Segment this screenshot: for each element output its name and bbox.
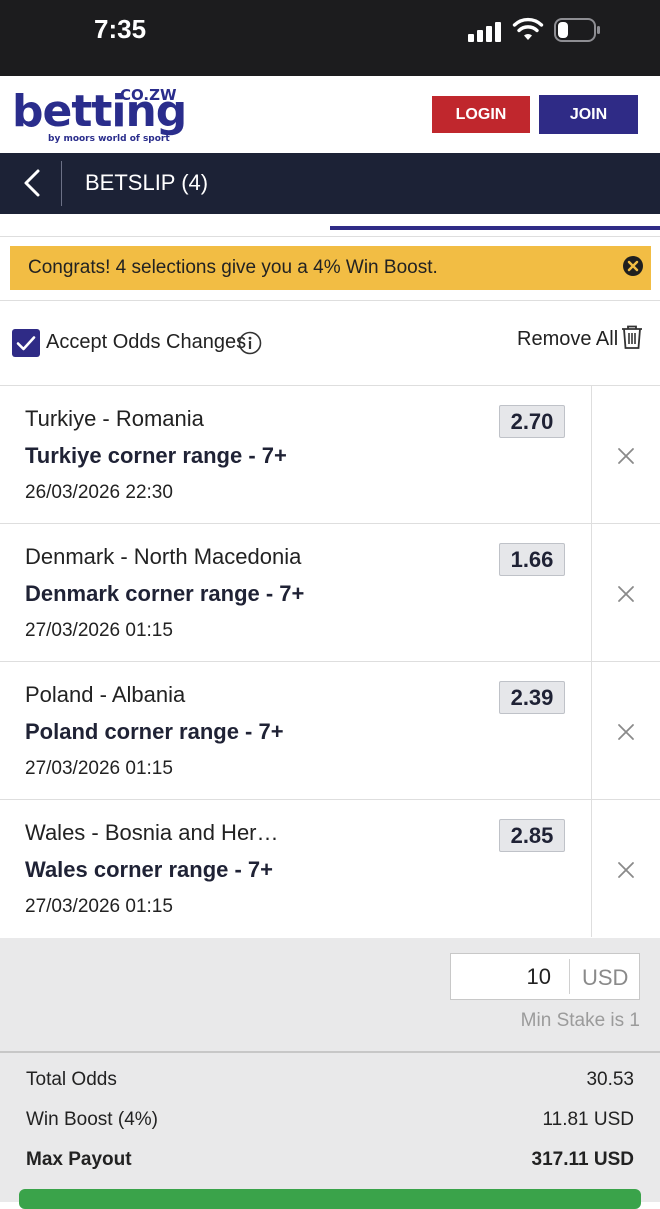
divider (0, 300, 660, 301)
divider (0, 236, 660, 237)
trash-icon[interactable] (620, 324, 644, 350)
max-payout-value: 317.11 USD (531, 1149, 634, 1170)
close-icon[interactable] (614, 720, 638, 744)
total-odds-label: Total Odds (26, 1069, 117, 1090)
status-bar: 7:35 (0, 0, 660, 76)
win-boost-message: Congrats! 4 selections give you a 4% Win… (28, 257, 438, 278)
battery-icon (554, 18, 600, 42)
min-stake-note: Min Stake is 1 (520, 1010, 640, 1031)
accept-odds-checkbox[interactable] (12, 329, 40, 357)
betslip-header: BETSLIP (4) (0, 153, 660, 214)
bet-match-name: Denmark - North Macedonia (25, 544, 302, 569)
site-header: betting CO.ZW by moors world of sport LO… (0, 76, 660, 153)
stake-field: USD (450, 953, 640, 1000)
divider (591, 524, 592, 661)
bet-datetime: 27/03/2026 01:15 (25, 758, 173, 779)
wifi-icon (512, 17, 544, 40)
stake-currency: USD (582, 965, 629, 990)
max-payout-label: Max Payout (26, 1149, 132, 1170)
divider (591, 662, 592, 799)
close-icon[interactable] (622, 255, 644, 277)
bet-market: Wales corner range - 7+ (25, 857, 274, 882)
close-icon[interactable] (614, 582, 638, 606)
active-tab-indicator (330, 226, 660, 230)
cellular-signal-icon (468, 20, 502, 42)
bet-odds: 2.85 (499, 819, 565, 852)
stake-section: USD Min Stake is 1 (0, 938, 660, 1051)
close-icon[interactable] (614, 444, 638, 468)
bet-match-name: Turkiye - Romania (25, 406, 204, 431)
total-odds-value: 30.53 (586, 1069, 634, 1090)
bet-match-name: Wales - Bosnia and Her… (25, 820, 279, 845)
info-icon[interactable] (238, 331, 262, 355)
bet-match-name: Poland - Albania (25, 682, 186, 707)
place-bet-button[interactable] (19, 1189, 641, 1209)
betslip-title: BETSLIP (4) (85, 170, 209, 195)
header-divider (61, 161, 62, 206)
site-logo[interactable]: betting CO.ZW by moors world of sport (12, 86, 187, 146)
divider (591, 386, 592, 523)
back-chevron-icon[interactable] (10, 161, 54, 205)
logo-domain: CO.ZW (120, 86, 177, 104)
bet-market: Poland corner range - 7+ (25, 719, 284, 744)
bet-market: Turkiye corner range - 7+ (25, 443, 287, 468)
bet-datetime: 27/03/2026 01:15 (25, 896, 173, 917)
win-boost-value: 11.81 USD (542, 1109, 634, 1130)
bet-datetime: 27/03/2026 01:15 (25, 620, 173, 641)
stake-input[interactable] (451, 954, 559, 999)
win-boost-label: Win Boost (4%) (26, 1109, 158, 1130)
join-button[interactable]: JOIN (539, 95, 638, 134)
bet-selection: Denmark - North Macedonia Denmark corner… (0, 524, 660, 662)
bet-market: Denmark corner range - 7+ (25, 581, 305, 606)
bet-datetime: 26/03/2026 22:30 (25, 482, 173, 503)
bet-odds: 1.66 (499, 543, 565, 576)
bet-selection: Wales - Bosnia and Her… Wales corner ran… (0, 800, 660, 937)
logo-tagline: by moors world of sport (48, 134, 170, 144)
remove-all-button[interactable]: Remove All (517, 328, 618, 351)
login-button[interactable]: LOGIN (432, 96, 530, 133)
divider (591, 800, 592, 937)
close-icon[interactable] (614, 858, 638, 882)
bet-odds: 2.39 (499, 681, 565, 714)
checkmark-icon (16, 336, 36, 351)
divider (569, 959, 570, 994)
status-time: 7:35 (94, 14, 147, 44)
bet-selection-list: Turkiye - Romania Turkiye corner range -… (0, 385, 660, 938)
bet-selection: Turkiye - Romania Turkiye corner range -… (0, 386, 660, 524)
bet-selection: Poland - Albania Poland corner range - 7… (0, 662, 660, 800)
accept-odds-label[interactable]: Accept Odds Changes (46, 331, 246, 354)
win-boost-banner: Congrats! 4 selections give you a 4% Win… (10, 246, 651, 290)
bet-summary: Total Odds 30.53 Win Boost (4%) 11.81 US… (0, 1051, 660, 1202)
bet-odds: 2.70 (499, 405, 565, 438)
